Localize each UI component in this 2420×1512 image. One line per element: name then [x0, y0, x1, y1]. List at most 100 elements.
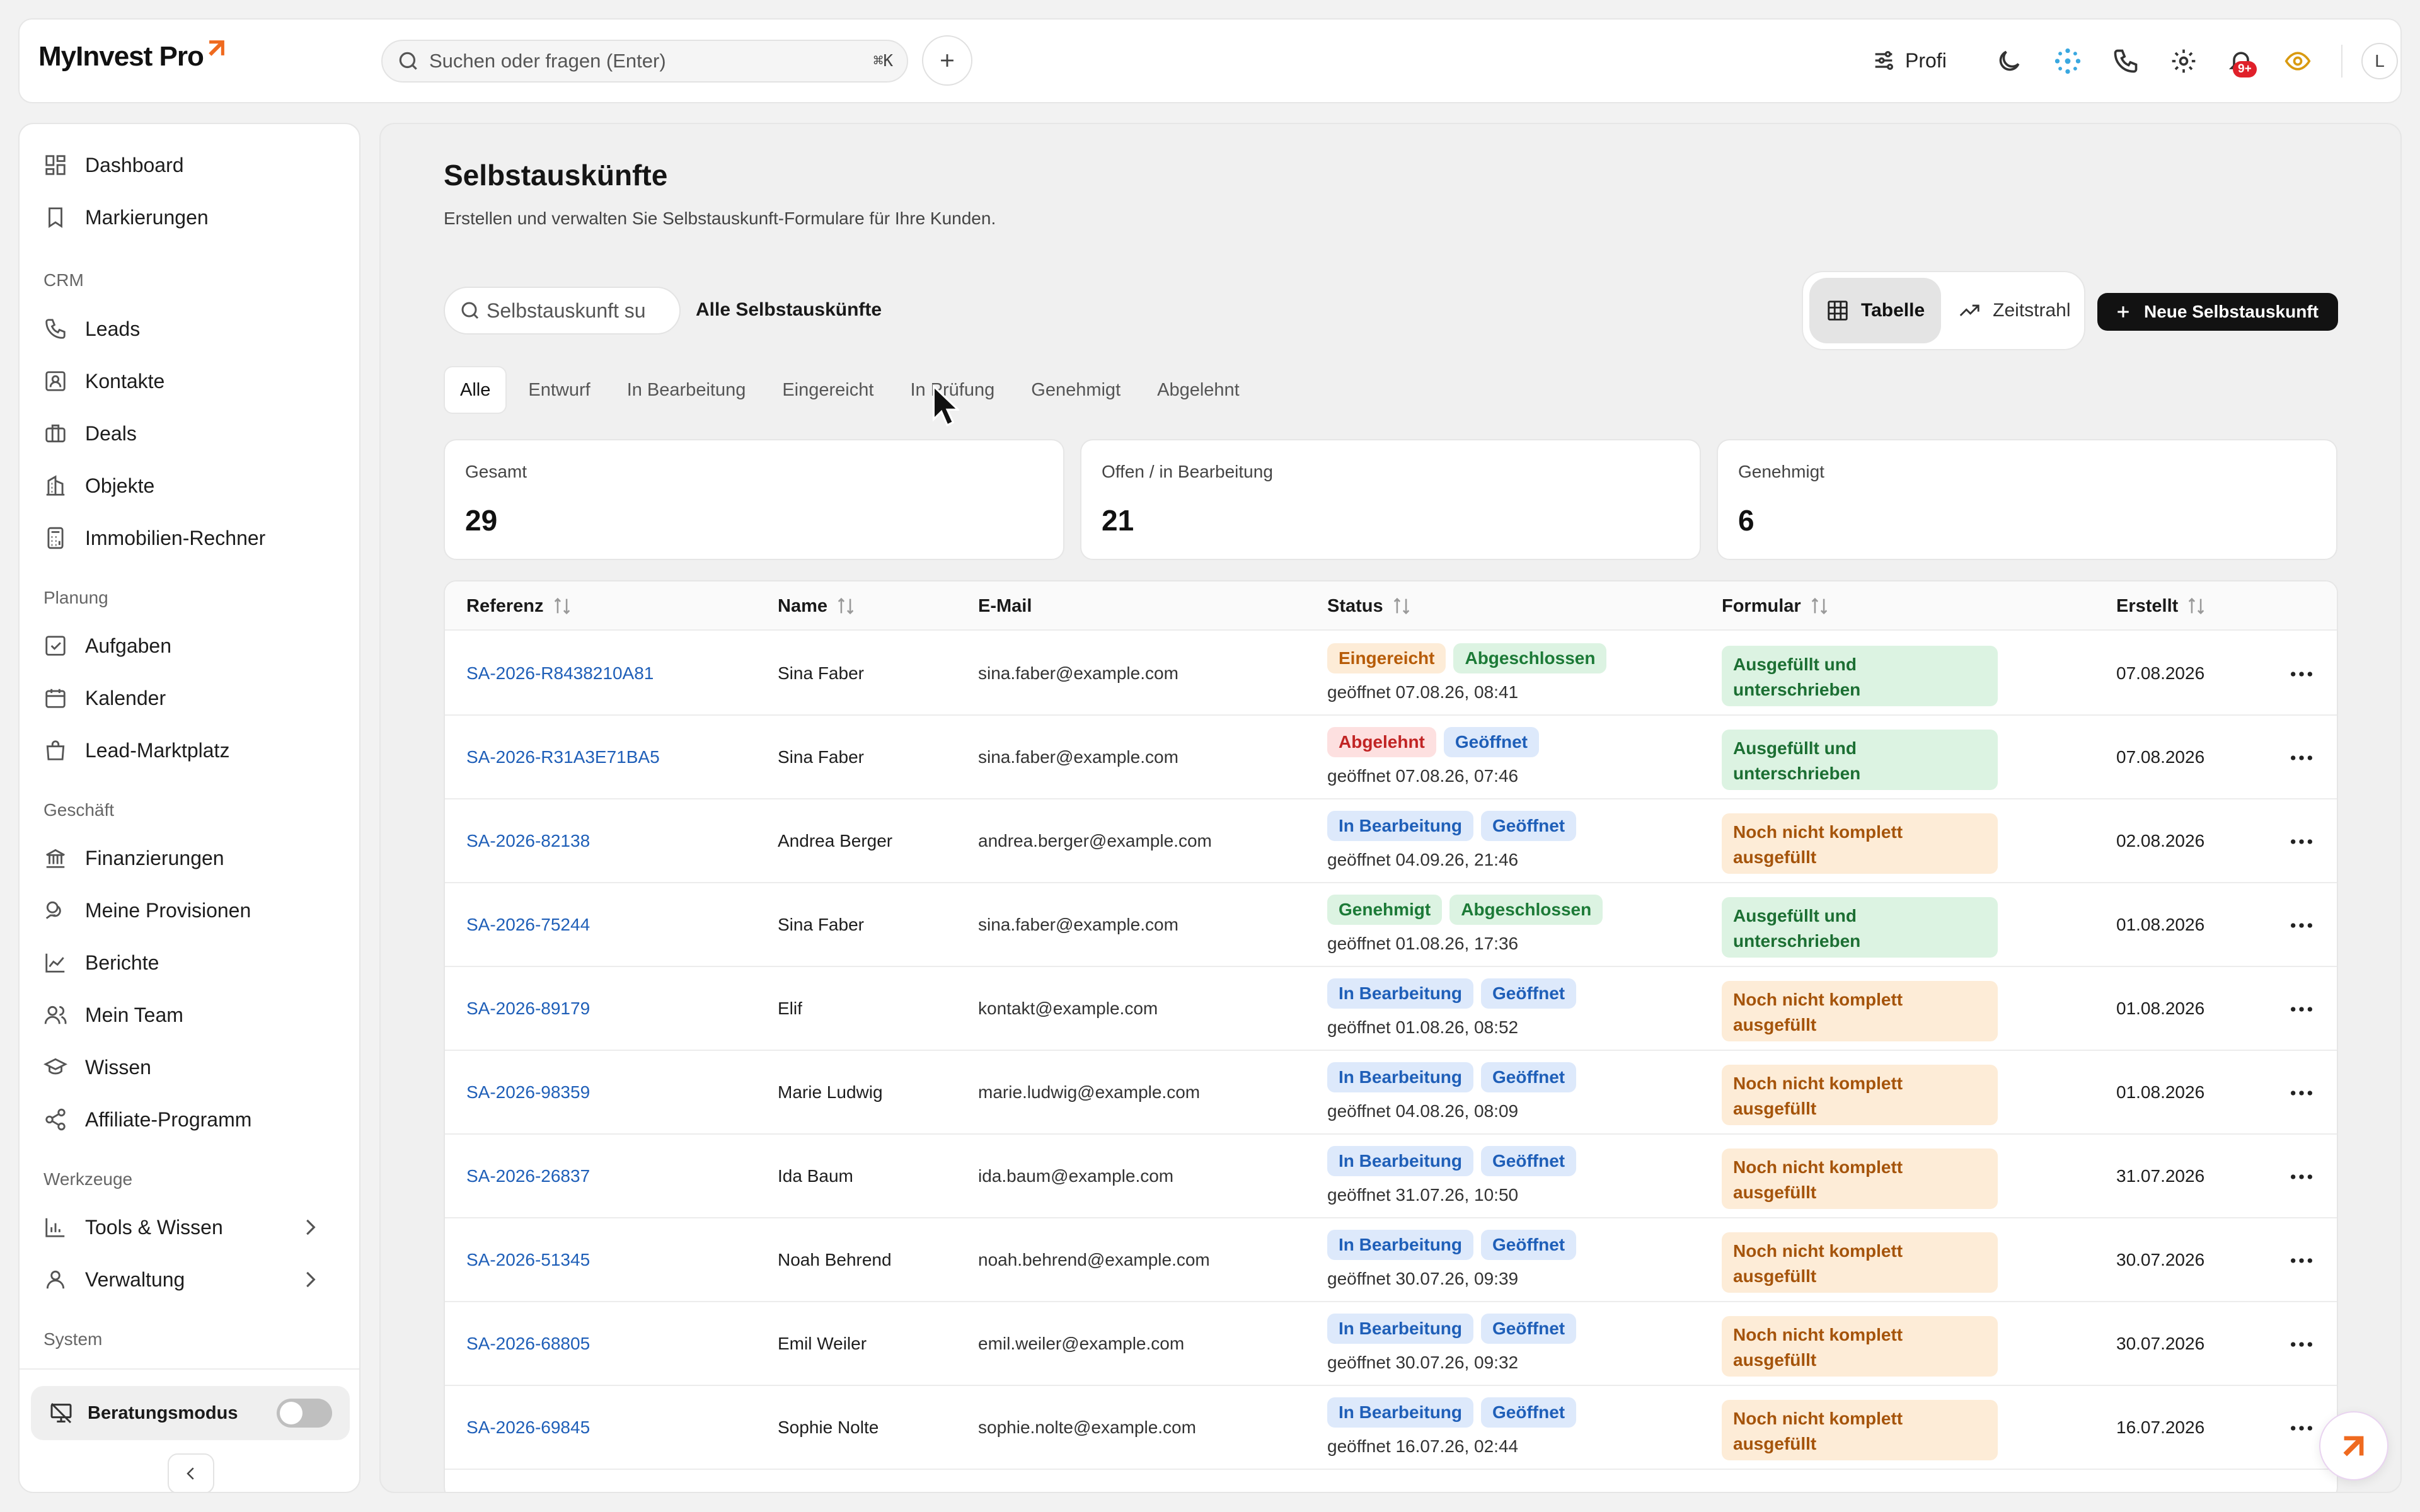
quick-add-button[interactable] — [922, 35, 972, 86]
reference-link[interactable]: SA-2026-51345 — [466, 1250, 590, 1270]
reference-link[interactable]: SA-2026-68805 — [466, 1334, 590, 1354]
link-state-badge: Geöffnet — [1481, 1230, 1577, 1260]
sidebar-item-tools-wissen[interactable]: Tools & Wissen — [43, 1210, 340, 1245]
tab-alle[interactable]: Alle — [444, 366, 507, 414]
floating-help-button[interactable] — [2319, 1411, 2388, 1480]
more-actions-icon[interactable] — [2289, 748, 2314, 767]
reference-link[interactable]: SA-2026-R31A3E71BA5 — [466, 747, 660, 767]
reference-link[interactable]: SA-2026-89179 — [466, 999, 590, 1019]
gear-icon[interactable] — [2170, 47, 2198, 75]
phone-icon[interactable] — [2112, 47, 2140, 75]
eye-icon[interactable] — [2284, 47, 2312, 75]
global-search-input[interactable] — [429, 50, 873, 72]
created-date: 02.08.2026 — [2116, 831, 2205, 850]
created-date: 01.08.2026 — [2116, 915, 2205, 934]
view-timeline-button[interactable]: Zeitstrahl — [1941, 278, 2087, 343]
collapse-sidebar-button[interactable] — [168, 1453, 214, 1492]
table-row[interactable]: SA-2026-R31A3E71BA5 Sina Faber sina.faber@… — [445, 716, 2337, 799]
tab-in-bearbeitung[interactable]: In Bearbeitung — [612, 366, 761, 414]
more-actions-icon[interactable] — [2289, 1167, 2314, 1186]
brand-logo[interactable]: MyInvest Pro — [38, 40, 228, 72]
sidebar-item-leads[interactable]: Leads — [43, 311, 140, 346]
list-search[interactable] — [444, 287, 681, 335]
user-avatar[interactable]: L — [2361, 43, 2398, 79]
sort-icon — [1393, 597, 1409, 615]
chevron-left-icon — [187, 1467, 194, 1480]
column-header-created[interactable]: Erstellt — [2116, 581, 2207, 631]
bar-chart-icon — [45, 1218, 65, 1237]
sidebar-item-wissen[interactable]: Wissen — [43, 1050, 151, 1085]
table-row[interactable]: SA-2026-51345 Noah Behrend noah.behrend@ex… — [445, 1218, 2337, 1302]
new-self-disclosure-button[interactable]: Neue Selbstauskunft — [2097, 293, 2338, 331]
reference-link[interactable]: SA-2026-26837 — [466, 1166, 590, 1186]
sidebar-item-verwaltung[interactable]: Verwaltung — [43, 1262, 340, 1297]
plus-icon — [941, 54, 954, 67]
customer-name: Noah Behrend — [778, 1250, 892, 1269]
form-status-badge: Ausgefüllt und unterschrieben — [1722, 897, 1998, 958]
building-icon — [46, 475, 65, 496]
sort-icon — [2189, 597, 2204, 615]
tab-abgelehnt[interactable]: Abgelehnt — [1142, 366, 1255, 414]
global-search[interactable]: ⌘K — [381, 40, 908, 83]
sidebar-item-affiliate-programm[interactable]: Affiliate-Programm — [43, 1102, 251, 1137]
list-search-input[interactable] — [487, 299, 657, 323]
sidebar-item-berichte[interactable]: Berichte — [43, 945, 159, 980]
tab-entwurf[interactable]: Entwurf — [513, 366, 605, 414]
table-row[interactable]: SA-2026-82138 Andrea Berger andrea.berger@… — [445, 799, 2337, 883]
sidebar-item-mein-team[interactable]: Mein Team — [43, 997, 183, 1033]
more-actions-icon[interactable] — [2289, 1000, 2314, 1019]
column-header-ref[interactable]: Referenz — [466, 581, 573, 631]
section-planung: Planung — [43, 588, 108, 607]
more-actions-icon[interactable] — [2289, 665, 2314, 684]
sidebar-item-label: Kontakte — [85, 369, 165, 392]
form-status-badge: Noch nicht komplett ausgefüllt — [1722, 1400, 1998, 1460]
table-row[interactable]: SA-2026-75244 Sina Faber sina.faber@exampl… — [445, 883, 2337, 967]
more-actions-icon[interactable] — [2289, 1084, 2314, 1102]
reference-link[interactable]: SA-2026-R8438210A81 — [466, 663, 654, 684]
ai-assistant-icon[interactable] — [2054, 47, 2082, 75]
sidebar-item-aufgaben[interactable]: Aufgaben — [43, 628, 171, 663]
column-header-form[interactable]: Formular — [1722, 581, 1830, 631]
tab-eingereicht[interactable]: Eingereicht — [767, 366, 889, 414]
link-state-badge: Geöffnet — [1481, 978, 1577, 1009]
more-actions-icon[interactable] — [2289, 916, 2314, 935]
sidebar-item-dashboard[interactable]: Dashboard — [43, 147, 184, 183]
reference-link[interactable]: SA-2026-82138 — [466, 831, 590, 851]
more-actions-icon[interactable] — [2289, 1335, 2314, 1354]
sidebar-item-finanzierungen[interactable]: Finanzierungen — [43, 840, 224, 876]
tab-genehmigt[interactable]: Genehmigt — [1016, 366, 1136, 414]
table-row[interactable]: SA-2026-98359 Marie Ludwig marie.ludwig@ex… — [445, 1051, 2337, 1135]
sidebar-item-kalender[interactable]: Kalender — [43, 680, 166, 716]
customer-name: Marie Ludwig — [778, 1082, 883, 1102]
moon-icon[interactable] — [1995, 47, 2023, 75]
reference-link[interactable]: SA-2026-98359 — [466, 1082, 590, 1102]
section-crm: CRM — [43, 270, 84, 290]
column-header-name[interactable]: Name — [778, 581, 856, 631]
sidebar-item-immobilien-rechner[interactable]: Immobilien-Rechner — [43, 520, 265, 556]
form-status-badge: Noch nicht komplett ausgefüllt — [1722, 981, 1998, 1041]
more-actions-icon[interactable] — [2289, 1251, 2314, 1270]
sidebar-item-meine-provisionen[interactable]: Meine Provisionen — [43, 893, 251, 928]
consult-mode-switch[interactable] — [277, 1399, 332, 1428]
reference-link[interactable]: SA-2026-69845 — [466, 1418, 590, 1438]
sidebar-item-kontakte[interactable]: Kontakte — [43, 364, 164, 399]
sidebar-item-deals[interactable]: Deals — [43, 416, 137, 451]
customer-email: ida.baum@example.com — [978, 1166, 1174, 1186]
consult-mode-toggle-row[interactable]: Beratungsmodus — [31, 1386, 350, 1440]
table-row[interactable]: SA-2026-89179 Elif kontakt@example.com In B… — [445, 967, 2337, 1051]
sidebar-item-markierungen[interactable]: Markierungen — [43, 200, 209, 235]
sidebar-item-lead-marktplatz[interactable]: Lead-Marktplatz — [43, 733, 229, 768]
chevron-right-icon — [306, 1219, 316, 1235]
more-actions-icon[interactable] — [2289, 1419, 2314, 1438]
column-header-status[interactable]: Status — [1327, 581, 1412, 631]
mode-switch-button[interactable]: Profi — [1871, 42, 1947, 79]
table-row[interactable]: SA-2026-68805 Emil Weiler emil.weiler@exam… — [445, 1302, 2337, 1386]
sidebar-item-objekte[interactable]: Objekte — [43, 468, 154, 503]
reference-link[interactable]: SA-2026-75244 — [466, 915, 590, 935]
table-row[interactable]: SA-2026-26837 Ida Baum ida.baum@example.co… — [445, 1135, 2337, 1218]
status-tabs: Alle Entwurf In Bearbeitung Eingereicht … — [444, 366, 1261, 414]
table-row[interactable]: SA-2026-69845 Sophie Nolte sophie.nolte@ex… — [445, 1386, 2337, 1470]
view-table-button[interactable]: Tabelle — [1809, 278, 1942, 343]
more-actions-icon[interactable] — [2289, 832, 2314, 851]
table-row[interactable]: SA-2026-R8438210A81 Sina Faber sina.faber@… — [445, 632, 2337, 716]
